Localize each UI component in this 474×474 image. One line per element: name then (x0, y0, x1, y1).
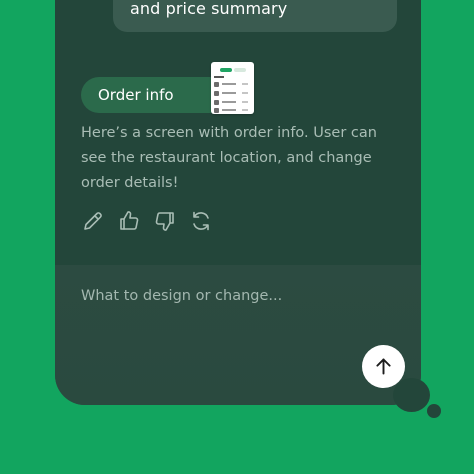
speech-tail-small (427, 404, 441, 418)
pencil-icon[interactable] (81, 209, 105, 233)
assistant-response-text: Here’s a screen with order info. User ca… (81, 125, 377, 191)
thumbnail-row (214, 108, 250, 114)
thumbnail-tab-inactive (234, 68, 246, 72)
thumbs-down-icon[interactable] (153, 209, 177, 233)
speech-tail-large (393, 378, 430, 412)
thumbnail-row (214, 91, 250, 97)
thumbnail-row (214, 82, 250, 88)
attachment-label: Order info (98, 86, 174, 104)
order-info-attachment-chip[interactable]: Order info (81, 62, 254, 114)
prompt-input[interactable]: What to design or change... (81, 288, 282, 304)
thumbs-up-icon[interactable] (117, 209, 141, 233)
conversation-area: and price summary Order info Here’s a sc… (55, 0, 421, 265)
previous-user-message: and price summary (113, 0, 397, 32)
chat-panel: and price summary Order info Here’s a sc… (55, 0, 421, 405)
screen-thumbnail[interactable] (211, 62, 254, 114)
response-actions (81, 209, 221, 233)
previous-message-text: and price summary (130, 0, 288, 18)
thumbnail-tab-active (220, 68, 232, 72)
refresh-icon[interactable] (189, 209, 213, 233)
arrow-up-icon (376, 358, 391, 375)
thumbnail-tabs (217, 68, 249, 72)
thumbnail-title (214, 76, 224, 78)
composer (55, 265, 421, 405)
thumbnail-row (214, 100, 250, 106)
